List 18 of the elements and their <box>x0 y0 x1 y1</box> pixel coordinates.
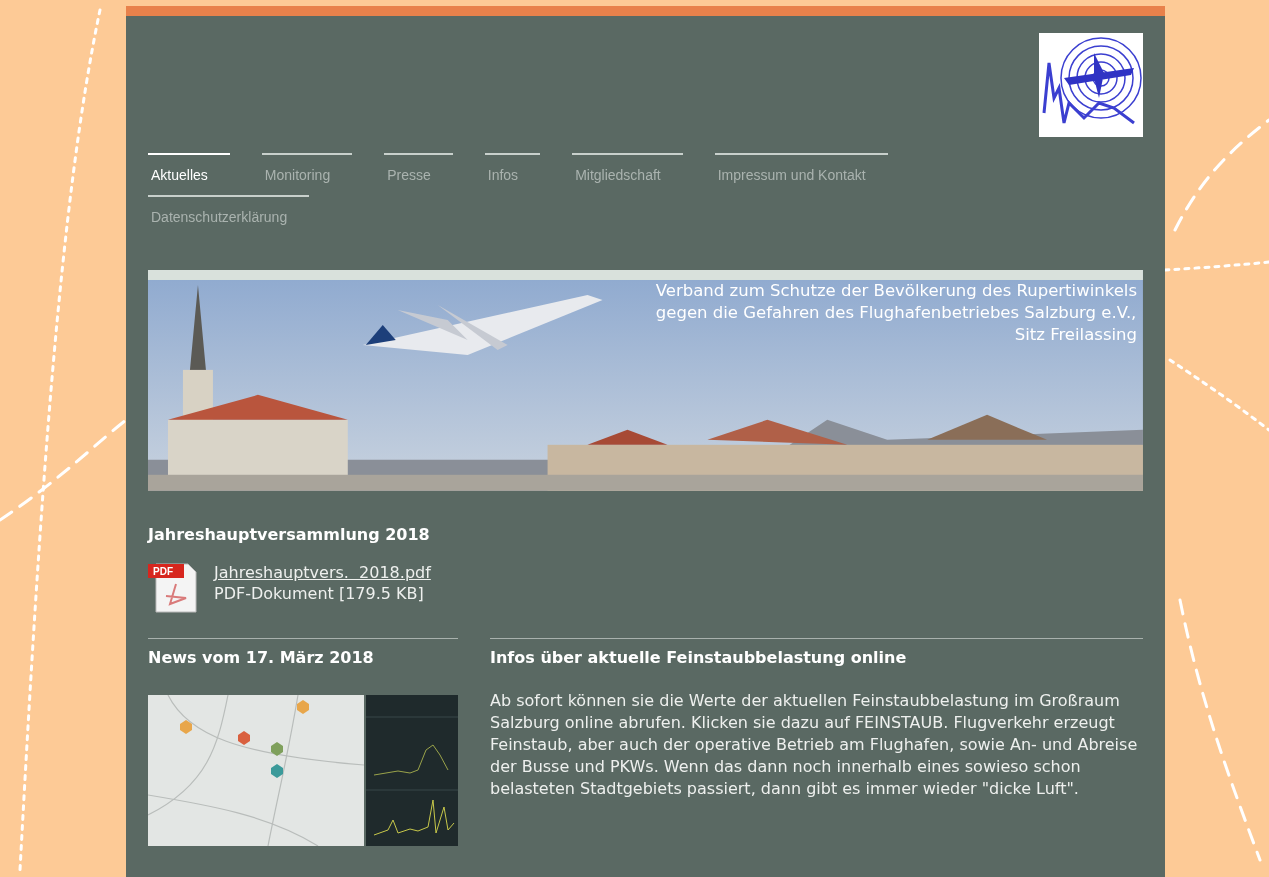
banner-text: Verband zum Schutze der Bevölkerung des Rupertiwinkels <box>655 280 1137 302</box>
nav-link[interactable]: Impressum und Kontakt <box>714 153 888 191</box>
logo-icon <box>1039 33 1143 137</box>
nav-link[interactable]: Aktuelles <box>148 153 230 191</box>
banner-text: gegen die Gefahren des Flughafenbetriebes Salzburg e.V., <box>655 302 1137 324</box>
banner-text: Sitz Freilassing <box>1014 324 1137 346</box>
section-heading: Jahreshauptversammlung 2018 <box>148 525 431 544</box>
news-heading: News vom 17. März 2018 <box>148 648 375 667</box>
pdf-label: PDF <box>153 566 173 577</box>
pdf-download-link[interactable]: Jahreshauptvers. 2018.pdf <box>214 562 431 583</box>
nav-link[interactable]: Monitoring <box>261 153 353 191</box>
news-heading: Infos über aktuelle Feinstaubbelastung online <box>490 648 908 667</box>
nav-link[interactable]: Mitgliedschaft <box>572 153 683 191</box>
news-text: Ab sofort können sie die Werte der aktuellen Feinstaubbelastung im Großraum Salzburg online abrufen. Klicken sie dazu auf FEINSTAUB. Flugverkehr erzeugt Feinstaub, aber auch der operative Betrieb am Flughafen, sowie An- und Abreise der Busse und PKWs. Wenn das dann noch innerhalb eines sowieso schon belasteten Stadtgebiets passiert, dann gibt es immer wieder "dicke Luft". <box>490 690 1139 800</box>
file-info: PDF-Dokument [179.5 KB] <box>214 583 425 604</box>
nav-link[interactable]: Datenschutzerklärung <box>148 195 310 233</box>
nav-link[interactable]: Presse <box>384 153 453 191</box>
nav-link[interactable]: Infos <box>484 153 541 191</box>
